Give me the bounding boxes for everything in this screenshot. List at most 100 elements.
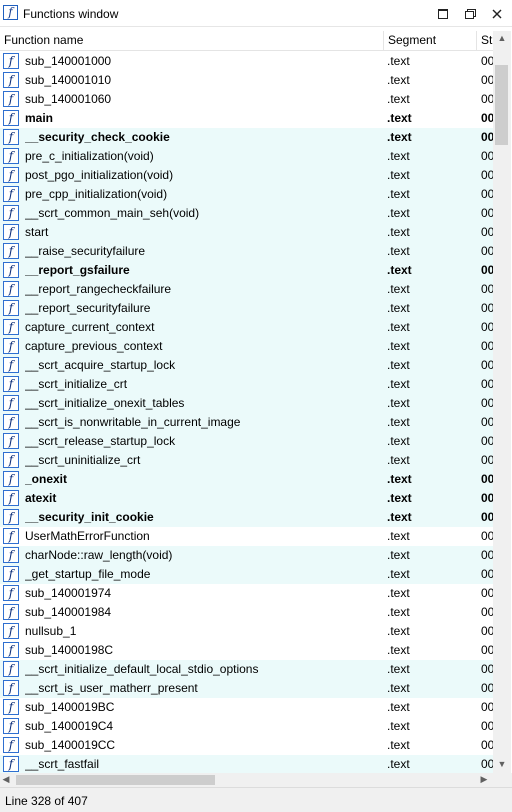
function-icon: f [3,262,19,278]
segment-value: .text [387,187,410,201]
status-line: Line 328 of 407 [5,794,88,808]
segment-value: .text [387,605,410,619]
table-row[interactable]: f sub_1400019BC .text 00 [0,698,493,717]
table-row[interactable]: f __report_rangecheckfailure .text 00 [0,280,493,299]
function-name: main [25,111,54,125]
table-row[interactable]: f sub_140001060 .text 00 [0,90,493,109]
table-row[interactable]: f start .text 00 [0,223,493,242]
segment-value: .text [387,567,410,581]
segment-value: .text [387,472,412,486]
table-row[interactable]: f sub_1400019CC .text 00 [0,736,493,755]
segment-value: .text [387,548,410,562]
segment-value: .text [387,111,412,125]
function-name: UserMathErrorFunction [25,529,150,543]
function-name: sub_1400019C4 [25,719,114,733]
table-row[interactable]: f __scrt_fastfail .text 00 [0,755,493,773]
function-name: _onexit [25,472,68,486]
close-button[interactable] [487,4,507,24]
table-row[interactable]: f UserMathErrorFunction .text 00 [0,527,493,546]
table-row[interactable]: f __scrt_release_startup_lock .text 00 [0,432,493,451]
table-row[interactable]: f sub_140001000 .text 00 [0,52,493,71]
table-row[interactable]: f __scrt_is_user_matherr_present .text 00 [0,679,493,698]
horizontal-scrollbar[interactable]: ◀ ▶ [0,773,493,787]
table-row[interactable]: f sub_140001974 .text 00 [0,584,493,603]
scroll-down-icon[interactable]: ▼ [493,759,511,769]
table-row[interactable]: f _get_startup_file_mode .text 00 [0,565,493,584]
table-row[interactable]: f sub_14000198C .text 00 [0,641,493,660]
segment-value: .text [387,73,410,87]
table-row[interactable]: f __security_init_cookie .text 00 [0,508,493,527]
table-row[interactable]: f __security_check_cookie .text 00 [0,128,493,147]
function-name: __raise_securityfailure [25,244,146,258]
column-segment[interactable]: Segment [384,31,476,51]
function-name: charNode::raw_length(void) [25,548,173,562]
function-name: __scrt_common_main_seh(void) [25,206,200,220]
restore-button[interactable] [460,4,480,24]
table-row[interactable]: f __scrt_acquire_startup_lock .text 00 [0,356,493,375]
column-start[interactable]: St [477,31,493,51]
table-row[interactable]: f __raise_securityfailure .text 00 [0,242,493,261]
function-icon: f [3,319,19,335]
function-icon: f [3,395,19,411]
start-value: 00 [481,567,493,581]
function-name: capture_current_context [25,320,155,334]
function-name: __scrt_initialize_crt [25,377,128,391]
segment-value: .text [387,453,410,467]
table-row[interactable]: f sub_140001984 .text 00 [0,603,493,622]
function-name: sub_1400019BC [25,700,115,714]
horizontal-scroll-thumb[interactable] [16,775,215,785]
segment-value: .text [387,757,410,771]
table-row[interactable]: f pre_c_initialization(void) .text 00 [0,147,493,166]
table-row[interactable]: f post_pgo_initialization(void) .text 00 [0,166,493,185]
start-value: 00 [481,377,493,391]
function-icon: f [3,718,19,734]
function-name: sub_140001000 [25,54,112,68]
vertical-scroll-thumb[interactable] [495,65,508,145]
scroll-left-icon[interactable]: ◀ [0,774,12,785]
table-row[interactable]: f sub_1400019C4 .text 00 [0,717,493,736]
segment-value: .text [387,510,412,524]
scroll-up-icon[interactable]: ▲ [493,33,511,43]
start-value: 00 [481,263,493,277]
segment-value: .text [387,529,410,543]
scroll-right-icon[interactable]: ▶ [478,774,490,785]
table-row[interactable]: f __scrt_initialize_onexit_tables .text 00 [0,394,493,413]
segment-value: .text [387,396,410,410]
function-icon: f [3,376,19,392]
table-row[interactable]: f __scrt_initialize_crt .text 00 [0,375,493,394]
start-value: 00 [481,719,493,733]
segment-value: .text [387,339,410,353]
function-icon: f [3,490,19,506]
function-name: __report_rangecheckfailure [25,282,172,296]
table-row[interactable]: f charNode::raw_length(void) .text 00 [0,546,493,565]
function-name: __scrt_initialize_onexit_tables [25,396,185,410]
table-row[interactable]: f __scrt_initialize_default_local_stdio_o… [0,660,493,679]
start-value: 00 [481,206,493,220]
table-row[interactable]: f __scrt_common_main_seh(void) .text 00 [0,204,493,223]
segment-value: .text [387,738,410,752]
table-row[interactable]: f __scrt_uninitialize_crt .text 00 [0,451,493,470]
table-row[interactable]: f capture_current_context .text 00 [0,318,493,337]
table-row[interactable]: f pre_cpp_initialization(void) .text 00 [0,185,493,204]
table-row[interactable]: f main .text 00 [0,109,493,128]
table-row[interactable]: f _onexit .text 00 [0,470,493,489]
table-row[interactable]: f capture_previous_context .text 00 [0,337,493,356]
segment-value: .text [387,225,410,239]
function-icon: f [3,680,19,696]
maximize-button[interactable] [433,4,453,24]
column-function-name[interactable]: Function name [0,31,383,51]
table-row[interactable]: f atexit .text 00 [0,489,493,508]
segment-value: .text [387,491,412,505]
function-icon: f [3,129,19,145]
segment-value: .text [387,168,410,182]
vertical-scrollbar[interactable]: ▲ ▼ [493,31,511,773]
table-row[interactable]: f __report_gsfailure .text 00 [0,261,493,280]
function-name: __report_gsfailure [25,263,130,277]
function-name: start [25,225,49,239]
function-name: _get_startup_file_mode [25,567,151,581]
table-row[interactable]: f __scrt_is_nonwritable_in_current_image.… [0,413,493,432]
function-icon: f [3,471,19,487]
table-row[interactable]: f __report_securityfailure .text 00 [0,299,493,318]
table-row[interactable]: f nullsub_1 .text 00 [0,622,493,641]
table-row[interactable]: f sub_140001010 .text 00 [0,71,493,90]
